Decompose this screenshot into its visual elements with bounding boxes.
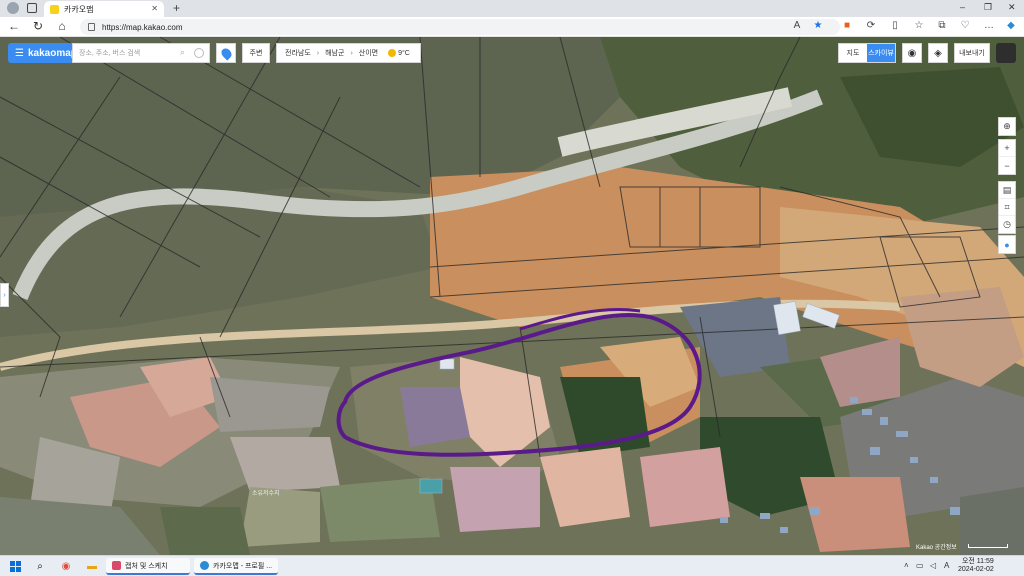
favorite-star-icon[interactable]: ★ — [811, 20, 825, 31]
maximize-button[interactable]: ❐ — [984, 2, 992, 13]
marker-icon[interactable]: ● — [999, 236, 1015, 253]
favorites-icon[interactable]: ☆ — [912, 20, 926, 31]
home-icon[interactable]: ⌂ — [54, 19, 70, 33]
taskbar-app-edge[interactable]: 카카오맵 - 프로필 ... — [194, 558, 278, 575]
pin-icon — [218, 45, 234, 61]
breadcrumb: 전라남도 › 해남군 › 산이면 9°C — [276, 43, 421, 63]
search-placeholder: 장소, 주소, 버스 검색 — [79, 50, 141, 57]
search-input[interactable]: 장소, 주소, 버스 검색 ⌕ — [72, 43, 210, 63]
tab-close-icon[interactable]: ✕ — [151, 4, 158, 13]
temperature: 9°C — [398, 49, 410, 57]
copyright-text: Kakao 공간정보 — [916, 545, 957, 551]
pin-toolbar: ● — [998, 235, 1016, 254]
clock-time: 오전 11:59 — [961, 558, 994, 565]
new-tab-button[interactable]: + — [173, 1, 180, 15]
read-aloud-icon[interactable]: A — [790, 20, 804, 31]
kakaomap-favicon-icon — [50, 4, 59, 14]
snipping-tool-icon — [112, 561, 121, 570]
map-tools-toolbar: ▤ ⌗ ◷ — [998, 181, 1016, 234]
satellite-imagery — [0, 37, 1024, 555]
side-panel-toggle[interactable]: › — [0, 283, 9, 307]
browser-address-bar: ← ↻ ⌂ https://map.kakao.com A ★ ■ ⟳ ▯ ☆ … — [0, 17, 1024, 37]
extension-icon[interactable]: ■ — [840, 20, 854, 31]
zoom-toolbar: + − — [998, 139, 1016, 175]
edge-browser-icon — [200, 561, 209, 570]
copilot-icon[interactable]: ◆ — [1004, 20, 1018, 31]
nearby-button[interactable]: 주변 — [242, 43, 270, 63]
back-icon[interactable]: ← — [6, 19, 22, 33]
zoom-in-icon[interactable]: + — [999, 140, 1015, 157]
refresh-icon[interactable]: ↻ — [30, 19, 46, 33]
directions-icon[interactable] — [194, 48, 204, 58]
chevron-right-icon: › — [350, 49, 353, 57]
file-explorer-icon[interactable]: ▬ — [84, 559, 100, 574]
user-avatar[interactable] — [996, 43, 1016, 63]
browser-tab[interactable]: 카카오맵 ✕ — [44, 1, 164, 17]
refresh-sync-icon[interactable]: ⟳ — [864, 20, 878, 31]
collections-icon[interactable]: ⧉ — [935, 20, 949, 31]
chrome-icon[interactable]: ◉ — [58, 559, 74, 574]
clock-date: 2024-02-02 — [958, 566, 994, 573]
taskbar-app-snipping[interactable]: 캡처 및 스케치 — [106, 558, 190, 575]
close-window-button[interactable]: ✕ — [1008, 2, 1016, 13]
system-clock[interactable]: 오전 11:59 2024-02-02 — [958, 558, 994, 574]
network-icon[interactable]: ▭ — [916, 561, 924, 570]
roadview-icon[interactable]: ▤ — [999, 182, 1015, 199]
layers-icon[interactable]: ◈ — [928, 43, 948, 63]
tab-actions-icon[interactable] — [27, 3, 37, 13]
chevron-right-icon: › — [316, 49, 320, 57]
distance-icon[interactable]: ⌗ — [999, 199, 1015, 216]
taskbar-app-label: 카카오맵 - 프로필 ... — [213, 562, 273, 570]
volume-icon[interactable]: ◁ — [930, 561, 936, 570]
url-field[interactable]: https://map.kakao.com — [80, 19, 840, 35]
breadcrumb-county[interactable]: 해남군 — [325, 48, 344, 58]
zoom-out-icon[interactable]: − — [999, 157, 1015, 174]
weather-widget: 9°C — [388, 49, 410, 57]
tab-title: 카카오맵 — [64, 4, 94, 14]
sun-icon — [388, 49, 397, 57]
scale-bar — [968, 544, 1008, 548]
lock-icon — [88, 23, 95, 31]
mode-skyview-button[interactable]: 스카이뷰 — [867, 44, 895, 62]
map-view[interactable]: ☰ kakaomap 장소, 주소, 버스 검색 ⌕ 주변 전라남도 › 해남군… — [0, 37, 1024, 555]
radius-icon[interactable]: ◷ — [999, 216, 1015, 233]
split-screen-icon[interactable]: ▯ — [888, 20, 902, 31]
windows-taskbar: ⌕ ◉ ▬ 캡처 및 스케치 카카오맵 - 프로필 ... ˄ ▭ ◁ A 오전… — [0, 555, 1024, 576]
minimize-button[interactable]: – — [960, 2, 965, 12]
place-pin-icon[interactable]: ◉ — [902, 43, 922, 63]
breadcrumb-province[interactable]: 전라남도 — [285, 48, 311, 58]
logo-text: kakaomap — [27, 47, 77, 59]
input-language[interactable]: A — [944, 561, 949, 570]
menu-icon[interactable]: ☰ — [15, 48, 24, 59]
mode-map-button[interactable]: 지도 — [839, 44, 867, 62]
breadcrumb-township[interactable]: 산이면 — [359, 48, 378, 58]
locate-icon[interactable]: ⊕ — [999, 118, 1015, 135]
map-mode-toggle: 지도 스카이뷰 — [838, 43, 896, 63]
search-icon[interactable]: ⌕ — [180, 47, 185, 58]
more-icon[interactable]: … — [982, 20, 996, 31]
taskbar-app-label: 캡처 및 스케치 — [125, 562, 168, 570]
browser-essentials-icon[interactable]: ♡ — [958, 20, 972, 31]
windows-start-icon[interactable] — [10, 561, 21, 572]
locate-toolbar: ⊕ — [998, 117, 1016, 136]
my-location-pin-button[interactable] — [216, 43, 236, 63]
export-button[interactable]: 내보내기 — [954, 43, 990, 63]
place-label[interactable]: 소유저수지 — [252, 488, 280, 497]
chevron-up-icon[interactable]: ˄ — [904, 561, 909, 570]
browser-tab-bar: 카카오맵 ✕ + – ❐ ✕ — [0, 0, 1024, 17]
search-icon[interactable]: ⌕ — [32, 559, 48, 574]
url-text: https://map.kakao.com — [102, 22, 183, 32]
profile-icon[interactable] — [7, 2, 19, 14]
